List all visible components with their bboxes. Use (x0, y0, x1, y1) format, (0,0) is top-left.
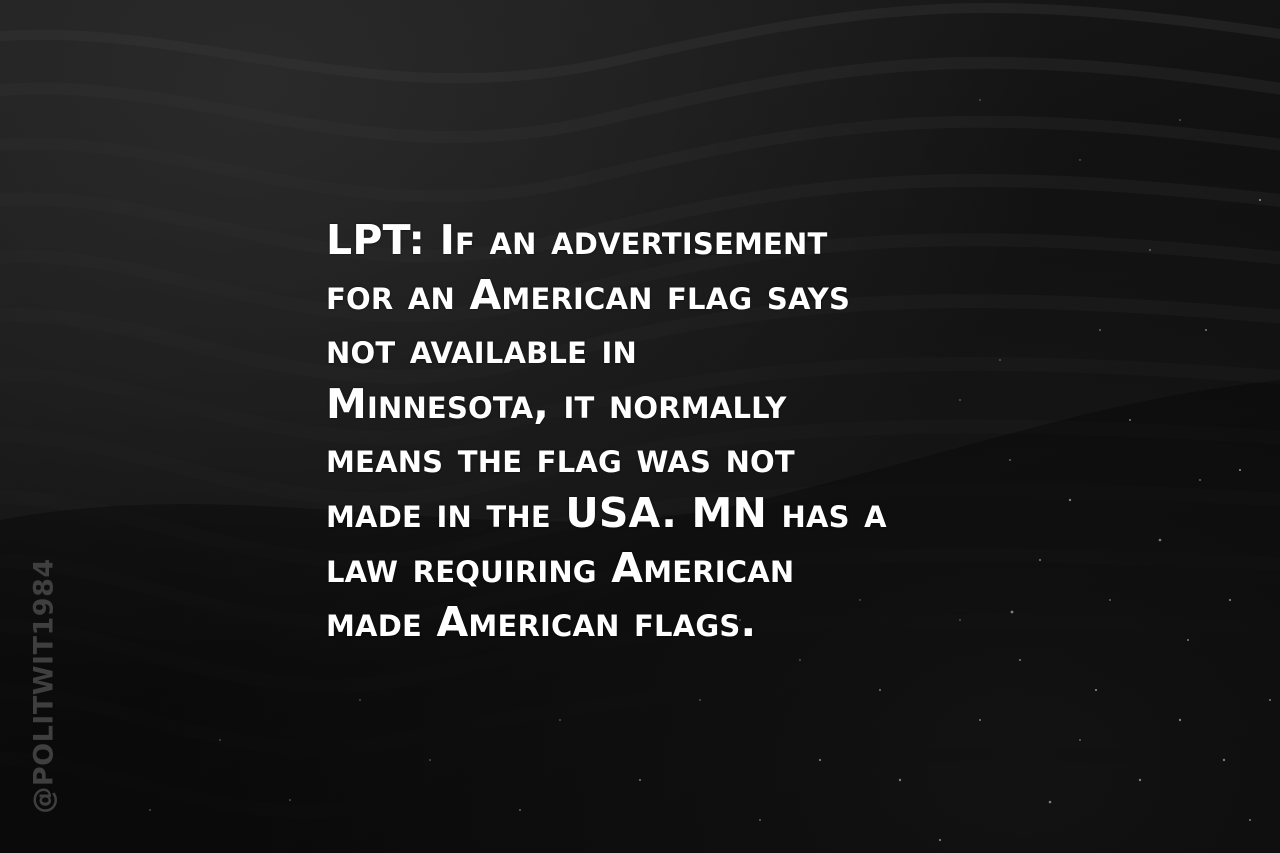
tip-text: LPT: If an advertisement for an American… (326, 216, 887, 647)
meme-image: LPT: If an advertisement for an American… (0, 0, 1280, 853)
watermark-handle: @POLITWIT1984 (28, 558, 60, 814)
